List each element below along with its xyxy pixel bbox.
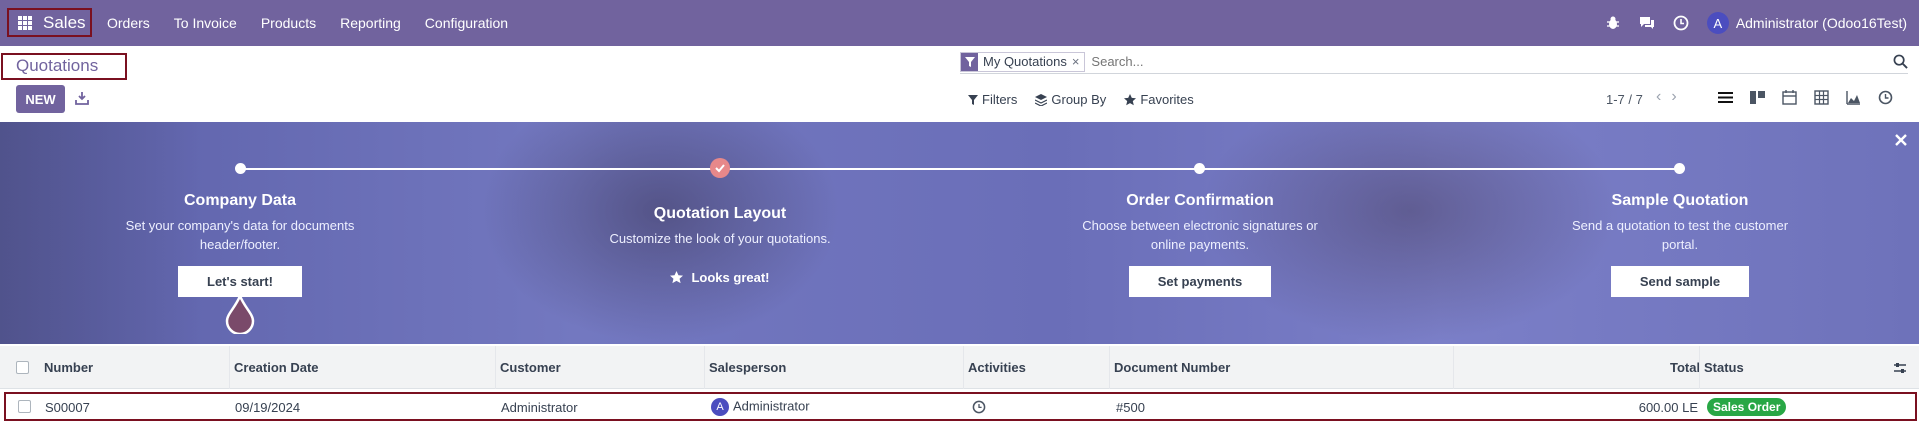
select-all-checkbox[interactable] <box>16 361 29 374</box>
column-activities[interactable]: Activities <box>968 360 1026 375</box>
check-icon <box>715 164 725 173</box>
menu-products[interactable]: Products <box>261 15 316 31</box>
menu-to-invoice[interactable]: To Invoice <box>174 15 237 31</box>
search-icon[interactable] <box>1893 54 1908 69</box>
progress-line <box>240 168 720 170</box>
breadcrumb: Quotations <box>1 53 127 80</box>
activity-view-icon[interactable] <box>1878 90 1893 105</box>
column-creation-date[interactable]: Creation Date <box>234 360 319 375</box>
kanban-view-icon[interactable] <box>1750 90 1765 105</box>
step-quotation-layout: Quotation Layout Customize the look of y… <box>570 205 870 285</box>
facet-remove-button[interactable]: × <box>1072 54 1085 69</box>
debug-bug-icon[interactable] <box>1605 15 1621 31</box>
layers-icon <box>1035 93 1048 106</box>
step-done-label: Looks great! <box>570 270 870 285</box>
groupby-label: Group By <box>1051 92 1107 107</box>
step-title: Order Confirmation <box>1126 192 1274 209</box>
graph-view-icon[interactable] <box>1846 90 1861 105</box>
step-done-check <box>710 158 730 178</box>
pointer-drop-icon <box>225 294 255 334</box>
status-badge: Sales Order <box>1707 398 1787 416</box>
column-customer[interactable]: Customer <box>500 360 561 375</box>
filters-label: Filters <box>982 92 1018 107</box>
table-row[interactable]: S00007 09/19/2024 Administrator A Adminis… <box>4 392 1917 421</box>
column-status[interactable]: Status <box>1704 360 1744 375</box>
cell-document-number: #500 <box>1116 400 1145 415</box>
app-name: Sales <box>43 12 86 32</box>
filter-icon <box>968 94 978 105</box>
menu-orders[interactable]: Orders <box>107 15 150 31</box>
step-dot <box>1674 163 1685 174</box>
step-order-confirmation: Order Confirmation Choose between electr… <box>1050 192 1350 297</box>
cell-customer: Administrator <box>501 400 578 415</box>
avatar: A <box>1706 12 1729 34</box>
step-description: Choose between electronic signatures or o… <box>1082 218 1318 252</box>
table-header: Number Creation Date Customer Salesperso… <box>0 346 1919 389</box>
favorites-label: Favorites <box>1140 92 1194 107</box>
step-title: Company Data <box>183 192 297 209</box>
view-switcher <box>1718 90 1893 105</box>
step-sample-quotation: Sample Quotation Send a quotation to tes… <box>1530 192 1830 297</box>
avatar: A <box>711 398 729 416</box>
search-bar: My Quotations × <box>960 50 1908 74</box>
pager-next-button[interactable]: › <box>1671 88 1686 105</box>
star-icon <box>1124 93 1137 105</box>
set-payments-button[interactable]: Set payments <box>1128 266 1272 297</box>
search-input[interactable] <box>1091 54 1882 69</box>
activity-clock-icon[interactable] <box>1673 15 1689 31</box>
apps-grid-icon <box>18 15 32 30</box>
calendar-view-icon[interactable] <box>1782 90 1797 105</box>
row-checkbox[interactable] <box>18 400 31 413</box>
step-title: Quotation Layout <box>653 205 787 222</box>
activity-clock-icon[interactable] <box>972 400 986 414</box>
menu-configuration[interactable]: Configuration <box>425 15 508 31</box>
favorites-toggle[interactable]: Favorites <box>1124 92 1194 107</box>
star-icon <box>670 271 684 284</box>
step-company-data: Company Data Set your company's data for… <box>90 192 390 297</box>
step-dot <box>1194 163 1205 174</box>
column-salesperson[interactable]: Salesperson <box>709 360 786 375</box>
pager-previous-button[interactable]: ‹ <box>1656 88 1671 105</box>
new-button[interactable]: NEW <box>16 85 65 113</box>
list-view-icon[interactable] <box>1718 90 1733 105</box>
send-sample-button[interactable]: Send sample <box>1610 266 1750 297</box>
messaging-icon[interactable] <box>1639 15 1655 31</box>
download-icon[interactable] <box>75 91 89 105</box>
menu-reporting[interactable]: Reporting <box>340 15 401 31</box>
groupby-toggle[interactable]: Group By <box>1035 92 1106 107</box>
optional-columns-icon[interactable] <box>1893 361 1907 375</box>
column-document-number[interactable]: Document Number <box>1114 360 1230 375</box>
user-name: Administrator (Odoo16Test) <box>1735 15 1907 31</box>
close-icon[interactable] <box>1895 134 1907 146</box>
column-number[interactable]: Number <box>44 360 93 375</box>
step-description: Send a quotation to test the customer por… <box>1571 218 1789 252</box>
filters-toggle[interactable]: Filters <box>968 92 1017 107</box>
systray: A Administrator (Odoo16Test) <box>1605 0 1907 46</box>
cell-number: S00007 <box>45 400 90 415</box>
step-dot <box>235 163 246 174</box>
lets-start-button[interactable]: Let's start! <box>178 266 302 297</box>
filter-facet-icon <box>961 52 978 71</box>
search-options: Filters Group By Favorites <box>968 92 1194 107</box>
search-facet: My Quotations × <box>960 51 1086 72</box>
salesperson-name: Administrator <box>733 398 810 414</box>
step-title: Sample Quotation <box>1611 192 1749 209</box>
column-total[interactable]: Total <box>1670 360 1700 375</box>
main-menu: Orders To Invoice Products Reporting Con… <box>107 0 508 46</box>
top-navbar: Sales Orders To Invoice Products Reporti… <box>0 0 1919 46</box>
pivot-view-icon[interactable] <box>1814 90 1829 105</box>
apps-menu-button[interactable]: Sales <box>7 8 92 37</box>
cell-total: 600.00 LE <box>1638 400 1698 415</box>
user-menu[interactable]: A Administrator (Odoo16Test) <box>1706 12 1907 34</box>
cell-creation-date: 09/19/2024 <box>235 400 301 415</box>
facet-value: My Quotations <box>983 54 1067 69</box>
step-description: Set your company's data for documents hea… <box>125 218 355 252</box>
onboarding-banner: Company Data Set your company's data for… <box>0 122 1919 344</box>
pager-value[interactable]: 1-7 / 7 <box>1606 92 1643 107</box>
step-description: Customize the look of your quotations. <box>609 231 831 246</box>
cell-salesperson: A Administrator <box>711 398 810 416</box>
pager-nav: ‹› <box>1656 88 1687 106</box>
